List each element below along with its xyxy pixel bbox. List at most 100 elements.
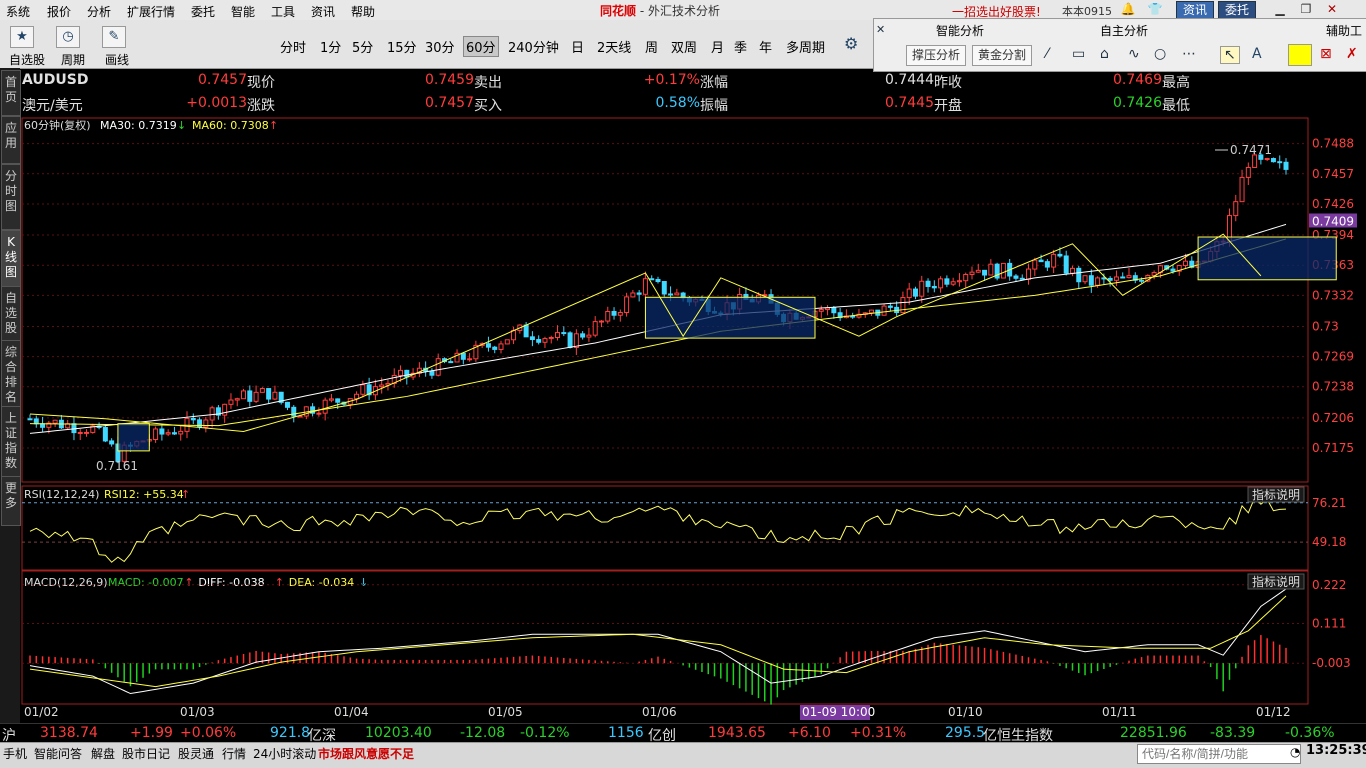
quote-header: AUDUSD 澳元/美元 0.7457 现价 0.7459 卖出 +0.17% 涨幅 0.7…	[20, 70, 1366, 116]
period-week[interactable]: 周	[645, 37, 658, 56]
close-icon[interactable]: ✕	[1322, 2, 1342, 17]
rsi-label: RSI(12,12,24)	[24, 488, 99, 501]
settings-gear-icon[interactable]: ⚙	[844, 34, 858, 53]
period-1m[interactable]: 1分	[320, 37, 341, 56]
text-tool-icon[interactable]: A	[1252, 46, 1262, 62]
candle-body	[919, 280, 925, 297]
candle-body	[291, 406, 297, 417]
favorites-icon[interactable]: ★	[10, 26, 34, 48]
menu-extended[interactable]: 扩展行情	[127, 3, 175, 20]
candle-body	[197, 419, 203, 428]
menu-quote[interactable]: 报价	[47, 3, 71, 20]
candle-body	[555, 332, 561, 339]
candle-body	[963, 273, 969, 282]
status-quotes[interactable]: 行情	[222, 745, 246, 762]
candle-body	[467, 358, 473, 361]
ellipse-tool-icon[interactable]: ○	[1154, 46, 1166, 62]
erase-tool-icon[interactable]: ✗	[1346, 46, 1358, 62]
search-input[interactable]	[1137, 744, 1301, 764]
menu-smart[interactable]: 智能	[231, 3, 255, 20]
pattern-box	[644, 296, 816, 339]
period-year[interactable]: 年	[759, 37, 772, 56]
wave-tool-icon[interactable]: ∿	[1128, 46, 1140, 62]
menu-analysis[interactable]: 分析	[87, 3, 111, 20]
period-month[interactable]: 月	[711, 37, 724, 56]
candle-body	[492, 346, 498, 350]
golden-section-button[interactable]: 黄金分割	[972, 45, 1033, 66]
status-bar: 手机 智能问答 解盘 股市日记 股灵通 行情 24小时滚动 市场跟风意愿不足 ◔…	[0, 742, 1366, 768]
kline-chart[interactable]: 0.74880.74570.74260.73940.73630.73320.73…	[0, 116, 1366, 723]
candle-body	[548, 337, 554, 340]
quote-label: 最低	[1162, 98, 1190, 114]
status-diary[interactable]: 股市日记	[122, 745, 170, 762]
status-qa[interactable]: 智能问答	[34, 745, 82, 762]
candle-body	[1013, 275, 1019, 279]
candle-body	[1107, 277, 1113, 281]
bell-icon[interactable]: 🔔	[1118, 2, 1138, 17]
candle-body	[624, 296, 630, 314]
candle-body	[354, 393, 360, 400]
rsi-line	[29, 496, 1287, 563]
candle-body	[1239, 176, 1245, 203]
period-tick[interactable]: 分时	[280, 37, 306, 56]
shirt-icon[interactable]: 👕	[1145, 2, 1165, 17]
period-2day[interactable]: 2天线	[597, 37, 631, 56]
close-panel-icon[interactable]: ✕	[876, 23, 885, 36]
period-multi[interactable]: 多周期	[786, 37, 825, 56]
x-tick-label: 01/10	[948, 705, 983, 719]
status-24h-scroll[interactable]: 24小时滚动	[253, 745, 316, 762]
candle-body	[931, 285, 937, 289]
period-quarter[interactable]: 季	[734, 37, 747, 56]
candle-body	[259, 388, 265, 393]
menu-system[interactable]: 系统	[6, 3, 30, 20]
candle-body	[504, 339, 510, 345]
draw-line-icon[interactable]: ✎	[102, 26, 126, 48]
index-ticker-item: +0.06%	[180, 725, 237, 741]
tab-helper[interactable]: 辅助工	[1326, 22, 1362, 39]
period-240m[interactable]: 240分钟	[508, 37, 559, 56]
restore-icon[interactable]: ❐	[1296, 2, 1316, 17]
menu-trade[interactable]: 委托	[191, 3, 215, 20]
x-tick-label: 01/11	[1102, 705, 1137, 719]
period-60m[interactable]: 60分	[463, 36, 499, 57]
period-icon[interactable]: ◷	[56, 26, 80, 48]
minimize-icon[interactable]: ▁	[1270, 2, 1290, 17]
rect-tool-icon[interactable]: ▭	[1072, 46, 1085, 62]
candle-body	[404, 369, 410, 378]
candle-body	[228, 399, 234, 405]
candle-body	[485, 343, 491, 348]
period-30m[interactable]: 30分	[425, 37, 455, 56]
menu-help[interactable]: 帮助	[351, 3, 375, 20]
more-tools-icon[interactable]: ⋯	[1182, 46, 1196, 62]
candle-body	[1057, 253, 1063, 257]
menu-tools[interactable]: 工具	[271, 3, 295, 20]
candle-body	[1063, 255, 1069, 274]
period-15m[interactable]: 15分	[387, 37, 417, 56]
period-2week[interactable]: 双周	[671, 37, 697, 56]
delete-tool-icon[interactable]: ⊠	[1320, 46, 1332, 62]
period-5m[interactable]: 5分	[352, 37, 373, 56]
cursor-tool-icon[interactable]: ↖	[1220, 46, 1240, 64]
macd-tick: 0.222	[1312, 578, 1346, 592]
candle-body	[636, 292, 642, 295]
support-resistance-button[interactable]: 撑压分析	[906, 45, 967, 66]
menu-news[interactable]: 资讯	[311, 3, 335, 20]
status-market-talk[interactable]: 解盘	[91, 745, 115, 762]
sidebar-item-home[interactable]: 首页	[1, 70, 21, 116]
tab-self-analysis[interactable]: 自主分析	[1100, 22, 1148, 39]
candle-body	[33, 418, 39, 425]
tab-smart-analysis[interactable]: 智能分析	[936, 22, 984, 39]
candle-body	[1095, 277, 1101, 286]
status-mobile[interactable]: 手机	[3, 745, 27, 762]
quote-label: 涨跌	[247, 98, 275, 114]
period-day[interactable]: 日	[571, 37, 584, 56]
quote-label: 振幅	[700, 98, 728, 114]
color-picker-icon[interactable]	[1288, 44, 1312, 66]
path-tool-icon[interactable]: ⌂	[1100, 46, 1109, 62]
candle-body	[84, 431, 90, 434]
index-ticker-item: -83.39	[1210, 725, 1256, 741]
line-tool-icon[interactable]: ⁄	[1046, 46, 1048, 62]
news-ticker[interactable]: 市场跟风意愿不足	[318, 745, 414, 762]
candle-body	[881, 305, 887, 316]
status-stock-tips[interactable]: 股灵通	[178, 745, 214, 762]
